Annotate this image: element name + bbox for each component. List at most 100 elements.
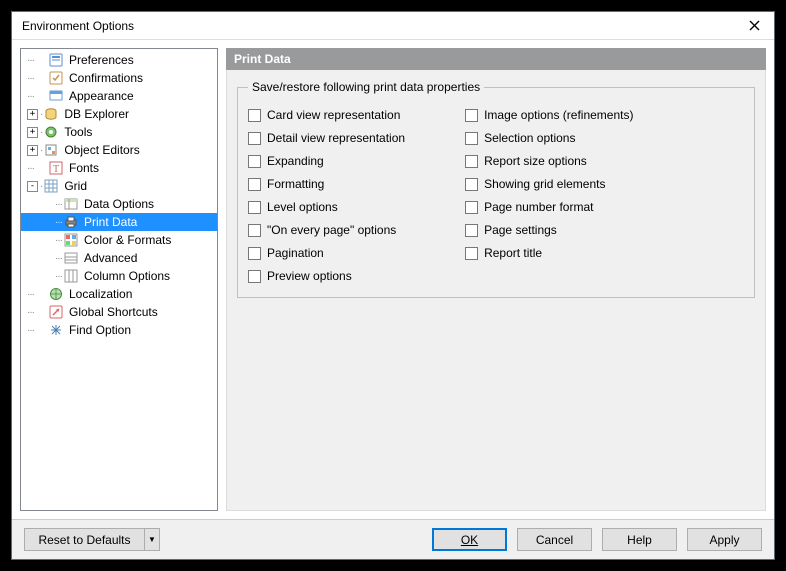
left-checkbox-2[interactable]: Expanding xyxy=(248,152,405,170)
properties-group: Save/restore following print data proper… xyxy=(237,80,755,298)
tree-connector: ··· xyxy=(27,55,34,66)
title-bar: Environment Options xyxy=(12,12,774,40)
collapse-icon[interactable]: - xyxy=(27,181,38,192)
checkbox-icon[interactable] xyxy=(248,270,261,283)
left-checkbox-5[interactable]: "On every page" options xyxy=(248,221,405,239)
checkbox-label: Report title xyxy=(484,246,542,260)
right-checkbox-1[interactable]: Selection options xyxy=(465,129,633,147)
reset-defaults-label[interactable]: Reset to Defaults xyxy=(24,528,144,551)
tree-item-data-options[interactable]: ··· Data Options xyxy=(21,195,217,213)
close-icon xyxy=(749,20,760,31)
checkbox-icon[interactable] xyxy=(465,201,478,214)
reset-defaults-dropdown[interactable]: ▼ xyxy=(144,528,160,551)
tree-item-color-formats[interactable]: ··· Color & Formats xyxy=(21,231,217,249)
apply-button[interactable]: Apply xyxy=(687,528,762,551)
checkbox-label: "On every page" options xyxy=(267,223,396,237)
checkbox-icon[interactable] xyxy=(248,201,261,214)
tree-item-appearance[interactable]: ··· Appearance xyxy=(21,87,217,105)
find-option-icon xyxy=(48,322,64,338)
tree-item-preferences[interactable]: ··· Preferences xyxy=(21,51,217,69)
group-title: Save/restore following print data proper… xyxy=(248,80,484,94)
checkbox-label: Pagination xyxy=(267,246,324,260)
right-checkbox-0[interactable]: Image options (refinements) xyxy=(465,106,633,124)
expand-icon[interactable]: + xyxy=(27,109,38,120)
checkbox-label: Preview options xyxy=(267,269,352,283)
checkbox-icon[interactable] xyxy=(248,224,261,237)
checkbox-icon[interactable] xyxy=(465,109,478,122)
data-options-icon xyxy=(63,196,79,212)
tree-item-column-options[interactable]: ··· Column Options xyxy=(21,267,217,285)
checkbox-label: Page number format xyxy=(484,200,593,214)
left-checkbox-0[interactable]: Card view representation xyxy=(248,106,405,124)
global-shortcuts-icon xyxy=(48,304,64,320)
checkbox-label: Card view representation xyxy=(267,108,400,122)
appearance-icon xyxy=(48,88,64,104)
checkbox-icon[interactable] xyxy=(248,132,261,145)
tree-item-tools[interactable]: + · Tools xyxy=(21,123,217,141)
nav-tree[interactable]: ··· Preferences ··· Confirmations xyxy=(20,48,218,511)
checkbox-label: Formatting xyxy=(267,177,324,191)
reset-defaults-button[interactable]: Reset to Defaults ▼ xyxy=(24,528,160,551)
print-data-icon xyxy=(63,214,79,230)
localization-icon xyxy=(48,286,64,302)
tree-item-localization[interactable]: ··· Localization xyxy=(21,285,217,303)
checkbox-icon[interactable] xyxy=(465,132,478,145)
tree-item-db-explorer[interactable]: + · DB Explorer xyxy=(21,105,217,123)
checkbox-label: Image options (refinements) xyxy=(484,108,633,122)
color-formats-icon xyxy=(63,232,79,248)
right-checkbox-6[interactable]: Report title xyxy=(465,244,633,262)
checkbox-icon[interactable] xyxy=(465,224,478,237)
window-title: Environment Options xyxy=(22,19,134,33)
svg-text:T: T xyxy=(53,164,59,175)
panel-body: Save/restore following print data proper… xyxy=(226,70,766,511)
tree-item-global-shortcuts[interactable]: ··· Global Shortcuts xyxy=(21,303,217,321)
checkbox-label: Expanding xyxy=(267,154,324,168)
tree-item-advanced[interactable]: ··· Advanced xyxy=(21,249,217,267)
left-checkbox-1[interactable]: Detail view representation xyxy=(248,129,405,147)
db-explorer-icon xyxy=(43,106,59,122)
checkbox-label: Showing grid elements xyxy=(484,177,605,191)
right-checkbox-4[interactable]: Page number format xyxy=(465,198,633,216)
checkbox-icon[interactable] xyxy=(465,155,478,168)
settings-panel: Print Data Save/restore following print … xyxy=(226,48,766,511)
preferences-icon xyxy=(48,52,64,68)
content-area: ··· Preferences ··· Confirmations xyxy=(12,40,774,519)
right-checkbox-2[interactable]: Report size options xyxy=(465,152,633,170)
checkbox-label: Level options xyxy=(267,200,338,214)
expand-icon[interactable]: + xyxy=(27,127,38,138)
cancel-button[interactable]: Cancel xyxy=(517,528,592,551)
checkbox-icon[interactable] xyxy=(465,178,478,191)
tree-item-print-data[interactable]: ··· Print Data xyxy=(21,213,217,231)
tree-item-confirmations[interactable]: ··· Confirmations xyxy=(21,69,217,87)
left-checkbox-7[interactable]: Preview options xyxy=(248,267,405,285)
fonts-icon: T xyxy=(48,160,64,176)
checkbox-label: Report size options xyxy=(484,154,587,168)
checkbox-label: Detail view representation xyxy=(267,131,405,145)
checkbox-label: Selection options xyxy=(484,131,575,145)
tree-item-fonts[interactable]: ··· T Fonts xyxy=(21,159,217,177)
close-button[interactable] xyxy=(740,16,768,36)
tree-item-find-option[interactable]: ··· Find Option xyxy=(21,321,217,339)
column-options-icon xyxy=(63,268,79,284)
checkbox-icon[interactable] xyxy=(248,178,261,191)
expand-icon[interactable]: + xyxy=(27,145,38,156)
checkbox-icon[interactable] xyxy=(248,109,261,122)
checkbox-icon[interactable] xyxy=(248,247,261,260)
help-button[interactable]: Help xyxy=(602,528,677,551)
checkbox-icon[interactable] xyxy=(465,247,478,260)
ok-button[interactable]: OK xyxy=(432,528,507,551)
right-checkbox-3[interactable]: Showing grid elements xyxy=(465,175,633,193)
dialog-window: Environment Options ··· Preferences xyxy=(11,11,775,560)
left-checkbox-3[interactable]: Formatting xyxy=(248,175,405,193)
left-checkbox-6[interactable]: Pagination xyxy=(248,244,405,262)
panel-title: Print Data xyxy=(226,48,766,70)
advanced-icon xyxy=(63,250,79,266)
object-editors-icon xyxy=(43,142,59,158)
confirmations-icon xyxy=(48,70,64,86)
tree-item-grid[interactable]: - · Grid xyxy=(21,177,217,195)
checkbox-icon[interactable] xyxy=(248,155,261,168)
tools-icon xyxy=(43,124,59,140)
tree-item-object-editors[interactable]: + · Object Editors xyxy=(21,141,217,159)
right-checkbox-5[interactable]: Page settings xyxy=(465,221,633,239)
left-checkbox-4[interactable]: Level options xyxy=(248,198,405,216)
